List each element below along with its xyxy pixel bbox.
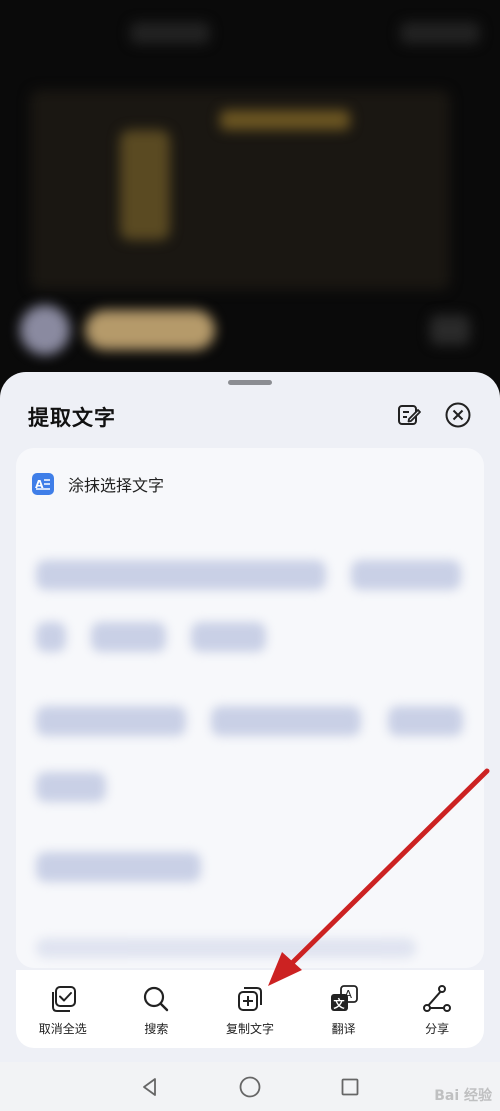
translate-button[interactable]: A 文 翻译 xyxy=(297,970,391,1048)
share-button[interactable]: 分享 xyxy=(390,970,484,1048)
close-button[interactable] xyxy=(443,400,473,430)
edit-button[interactable] xyxy=(394,400,424,430)
text-document-icon: A xyxy=(32,473,54,495)
blurred-text-line[interactable] xyxy=(36,706,186,736)
copy-text-label: 复制文字 xyxy=(225,1022,274,1036)
translate-label: 翻译 xyxy=(331,1022,356,1036)
blurred-text-line[interactable] xyxy=(36,938,416,958)
system-nav-bar xyxy=(0,1062,500,1111)
watermark: Bai 经验 xyxy=(434,1088,492,1104)
close-circle-icon xyxy=(445,402,471,428)
home-circle-icon[interactable] xyxy=(238,1075,262,1099)
extract-text-sheet: 提取文字 A 涂抹选择文字 取消全选 搜索 复制文字 A 文 翻译 分享 xyxy=(0,372,500,1062)
share-icon xyxy=(423,985,452,1012)
blurred-text-line[interactable] xyxy=(36,622,66,652)
copy-add-icon xyxy=(237,987,262,1011)
smear-select-label: 涂抹选择文字 xyxy=(68,476,165,495)
translate-icon: A 文 xyxy=(330,985,358,1011)
recents-square-icon[interactable] xyxy=(339,1076,361,1098)
select-all-check-icon xyxy=(51,986,76,1012)
search-icon xyxy=(144,986,169,1012)
sheet-title: 提取文字 xyxy=(28,406,116,430)
blurred-text-line[interactable] xyxy=(351,560,461,590)
extracted-text-card[interactable]: A 涂抹选择文字 xyxy=(16,448,484,968)
svg-text:文: 文 xyxy=(333,997,345,1011)
copy-text-button[interactable]: 复制文字 xyxy=(203,970,297,1048)
blurred-background xyxy=(0,0,500,400)
blurred-text-line[interactable] xyxy=(211,706,361,736)
search-button[interactable]: 搜索 xyxy=(110,970,204,1048)
share-label: 分享 xyxy=(425,1022,450,1036)
smear-select-header[interactable]: A 涂抹选择文字 xyxy=(32,472,164,496)
search-label: 搜索 xyxy=(144,1022,169,1036)
blurred-text-line[interactable] xyxy=(36,560,326,590)
action-bar: 取消全选 搜索 复制文字 A 文 翻译 分享 xyxy=(16,970,484,1048)
blurred-text-line[interactable] xyxy=(388,706,463,736)
deselect-all-label: 取消全选 xyxy=(38,1022,87,1036)
deselect-all-button[interactable]: 取消全选 xyxy=(16,970,110,1048)
blurred-text-line[interactable] xyxy=(36,772,106,802)
back-triangle-icon[interactable] xyxy=(139,1076,161,1098)
edit-note-icon xyxy=(398,405,421,425)
drag-handle[interactable] xyxy=(228,380,272,385)
blurred-text-line[interactable] xyxy=(191,622,266,652)
blurred-text-line[interactable] xyxy=(91,622,166,652)
blurred-text-line[interactable] xyxy=(36,852,201,882)
